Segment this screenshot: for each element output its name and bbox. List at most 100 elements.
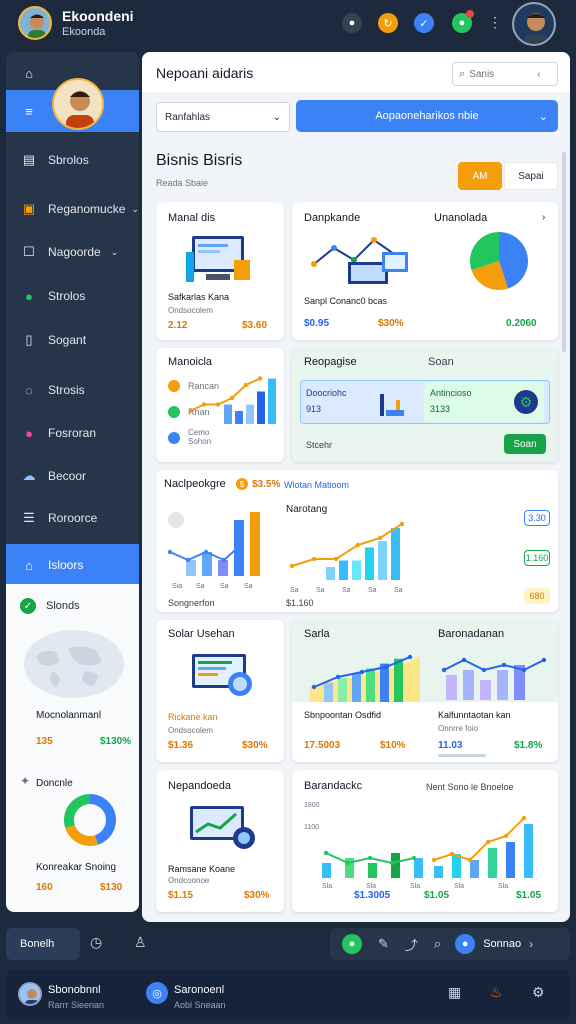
info-value: 913 (306, 404, 322, 414)
bar (324, 682, 333, 702)
scrollbar[interactable] (562, 152, 566, 352)
card-change: $30% (242, 740, 268, 751)
chevron-icon[interactable]: ‹ (537, 69, 540, 80)
bar-line-chart (442, 657, 547, 700)
data-point (449, 851, 455, 857)
apple-icon: ● (25, 288, 33, 304)
x-tick-label: Sa (220, 583, 229, 590)
chevron-down-icon: ⌄ (272, 111, 281, 123)
edit-icon[interactable]: ✎ (378, 936, 389, 952)
card-barandackc[interactable]: Barandackc Nent Sono le Bnoeloe 1800 110… (292, 770, 558, 912)
fire-icon[interactable]: ♨ (490, 984, 503, 1001)
bar (352, 560, 361, 580)
profile-avatar[interactable] (512, 2, 556, 46)
search-box[interactable]: ⌕ ‹ (452, 62, 558, 86)
card-sarla[interactable]: Sarla Baronadanan Sbnpoontan Osdfid 17.5… (292, 620, 558, 762)
chevron-right-icon[interactable]: › (542, 212, 545, 223)
y-tick: 1100 (304, 824, 320, 831)
primary-action-button[interactable]: Aopaoneharikos nbie ⌄ (296, 100, 558, 132)
footer-avatar[interactable] (18, 982, 42, 1006)
tag-badge: 1.160 (524, 550, 550, 566)
card-reopagise[interactable]: Reopagise Soan Doocriohc 913 Antincioso … (292, 348, 558, 462)
settings-icon[interactable]: ⚙ (532, 984, 545, 1001)
x-tick-label: Sa (196, 583, 205, 590)
page-title: Nepoani aidaris (156, 65, 254, 81)
card-value: $1.3005 (354, 890, 391, 901)
card-title: Reopagise (304, 356, 357, 368)
card-manal[interactable]: Manal dis Safkarlas Kana Ondsocolem 2.12… (156, 202, 284, 340)
card-change: $10% (380, 740, 406, 751)
footer-brand: Saronoenl (174, 984, 225, 996)
data-point (355, 542, 361, 548)
filter-dropdown[interactable]: Ranfahlas ⌄ (156, 102, 290, 132)
card-nepandoeda[interactable]: Nepandoeda Ramsane Koane Ondcoonoe $1.15… (156, 770, 284, 912)
combo-chart: Sla Sla Sla Sla Sla (322, 815, 533, 888)
sidebar-item-nagoorde[interactable]: ☐ Nagoorde ⌄ (6, 231, 139, 273)
share-icon[interactable]: ⤴ (405, 935, 418, 954)
sidebar-item-roroorce[interactable]: ☰ Roroorce (6, 497, 139, 539)
data-point (215, 402, 221, 407)
user-icon[interactable]: ♙ (134, 934, 147, 951)
card-title: Sarla (304, 628, 330, 640)
profile-icon[interactable]: ● (455, 934, 476, 954)
sapai-button[interactable]: Sapai (504, 162, 558, 190)
user-avatar[interactable] (18, 6, 52, 40)
card-change: $30% (244, 890, 270, 901)
status-icon[interactable]: ● (342, 934, 362, 954)
x-tick-label: Sa (316, 587, 325, 594)
sidebar-item-sogant[interactable]: ▯ Sogant (6, 319, 139, 361)
bug-icon[interactable]: ● (342, 13, 362, 33)
x-tick-label: Sa (342, 587, 351, 594)
card-subcaption: Ondsocolem (168, 726, 213, 735)
sonnao-label[interactable]: Sonnao (483, 938, 521, 950)
data-point (239, 541, 245, 547)
bar (366, 668, 375, 702)
x-tick-label: Sa (368, 587, 377, 594)
search-icon[interactable]: ⌕ (434, 936, 441, 952)
gear-icon[interactable]: ⚙ (514, 390, 538, 414)
soan-button[interactable]: Soan (504, 434, 546, 454)
card-subcaption: Ondcoonoe (168, 876, 210, 885)
sidebar-item-isloors[interactable]: ⌂ Isloors (6, 544, 139, 586)
donut-slice (65, 824, 99, 846)
card-manoicla[interactable]: Manoicla Rancan Rhan Cemo Sohon (156, 348, 284, 462)
sidebar-item-sbrolos[interactable]: ▤ Sbrolos (6, 139, 139, 181)
data-point (167, 549, 173, 555)
sidebar-item-fosroran[interactable]: ● Fosroran (6, 412, 139, 454)
bonelh-button[interactable]: Bonelh (6, 928, 80, 960)
am-button[interactable]: AM (458, 162, 502, 190)
calendar-icon[interactable]: ▦ (448, 984, 461, 1001)
sidebar-item-becoor[interactable]: ☁ Becoor (6, 455, 139, 497)
brand-logo-icon[interactable]: ◎ (146, 982, 168, 1004)
list-item: Cemo Sohon (188, 428, 212, 446)
donut-value: 160 (36, 882, 53, 893)
search-input[interactable] (469, 68, 528, 80)
card-title-secondary: Soan (428, 356, 454, 368)
sidebar-avatar[interactable] (52, 78, 104, 130)
sidebar-item-reganomucke[interactable]: ▣ Reganomucke ⌄ (6, 188, 139, 230)
data-point (503, 833, 509, 839)
monitor-illustration (190, 806, 255, 849)
card-caption: Rickane kan (168, 712, 218, 722)
refresh-icon[interactable]: ↻ (378, 13, 398, 33)
bar (480, 680, 491, 700)
card-change-secondary: $1.8% (514, 740, 543, 751)
chart-title: Narotang (286, 504, 328, 515)
card-danpkande[interactable]: Danpkande Unanolada › Sanpl Conanc0 bcas… (292, 202, 558, 340)
card-footer: Stcehr (306, 440, 333, 450)
card-naclpeokgre[interactable]: Naclpeokgre $ $3.5% Wlotan Matioom Sia Sa… (156, 470, 558, 612)
donut-caption: Konreakar Snoing (36, 862, 117, 873)
sidebar-item-strosis[interactable]: ◌ Strosis (6, 369, 139, 411)
clock-icon[interactable]: ◷ (90, 934, 102, 951)
card-title: Naclpeokgre (164, 478, 226, 490)
bar (380, 663, 389, 702)
chevron-right-icon[interactable]: › (529, 937, 533, 951)
check-icon[interactable]: ✓ (414, 13, 434, 33)
donut-change: $130 (100, 882, 123, 893)
card-solar[interactable]: Solar Usehan Rickane kan Ondsocolem $1.3… (156, 620, 284, 762)
top-bar: Ekoondeni Ekoonda ● ↻ ✓ ● ⋮ (0, 0, 576, 50)
sidebar-item-strolos[interactable]: ● Strolos (6, 275, 139, 317)
data-point (501, 662, 507, 668)
more-icon[interactable]: ⋮ (488, 14, 502, 31)
x-tick-label: Sla (322, 883, 332, 888)
